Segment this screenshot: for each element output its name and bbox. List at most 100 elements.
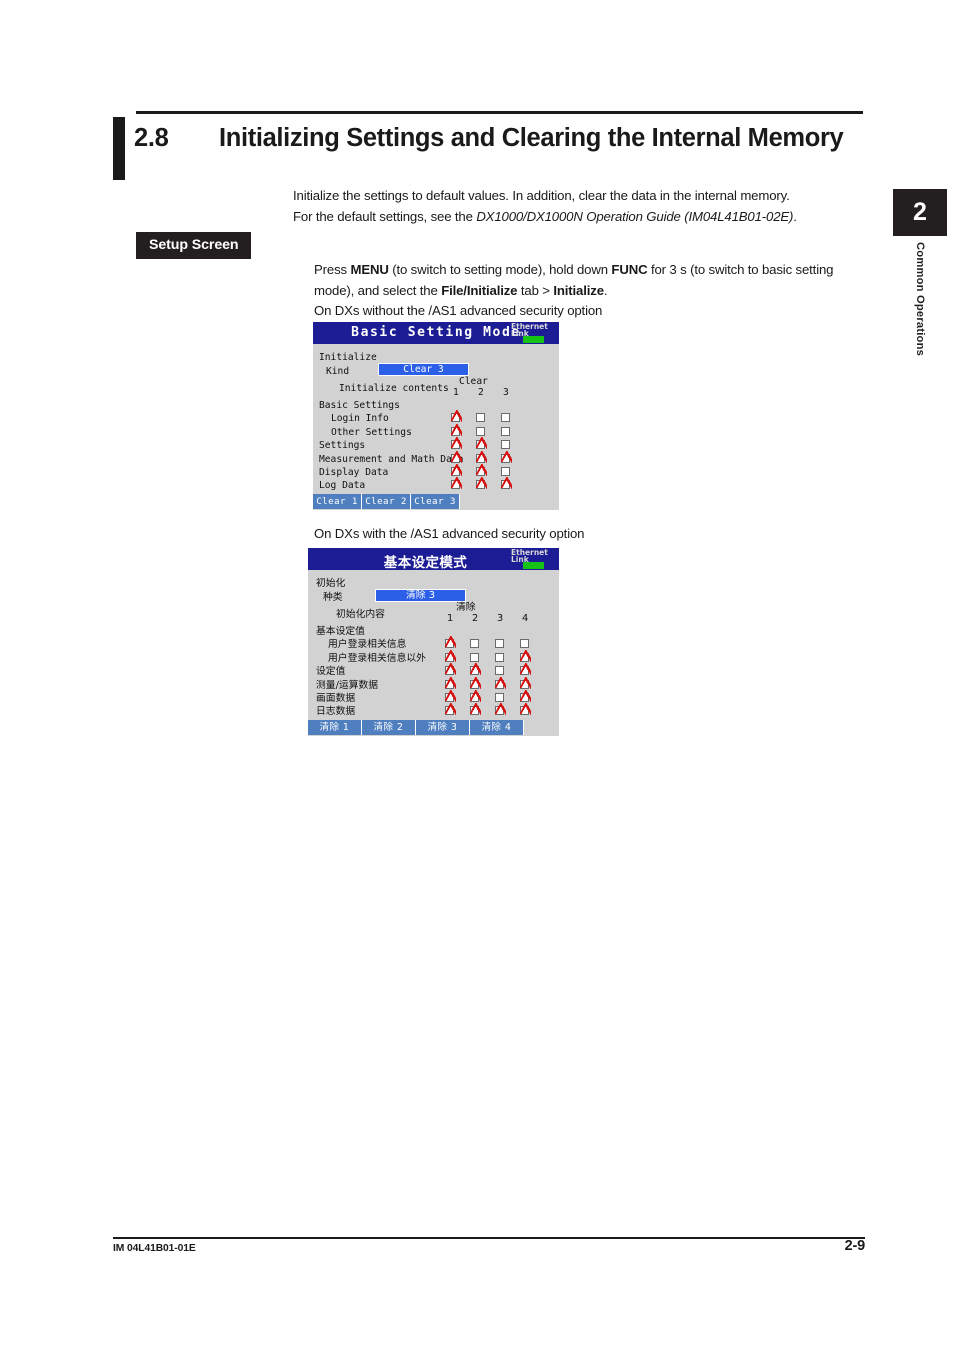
intro-line-2-suffix: .: [793, 208, 797, 224]
checkbox-unchecked[interactable]: [476, 413, 485, 423]
checkbox-unchecked[interactable]: [520, 639, 529, 649]
initialize-menu-label: Initialize: [553, 282, 604, 298]
softkey-4[interactable]: 清除 4: [470, 720, 524, 735]
checkbox-checked[interactable]: [445, 649, 456, 662]
row-label: Log Data: [319, 480, 366, 492]
column-header-2: 2: [472, 613, 479, 624]
chapter-tab-label-text: Common Operations: [914, 242, 926, 357]
intro-paragraph: Initialize the settings to default value…: [293, 186, 868, 227]
row-label: Login Info: [331, 413, 389, 425]
checkbox-checked[interactable]: [476, 450, 487, 463]
checkbox-checked[interactable]: [445, 663, 456, 676]
row-label: 用户登录相关信息: [328, 639, 407, 651]
checkbox-checked[interactable]: [451, 477, 462, 490]
kind-label: Kind: [326, 366, 350, 377]
ethernet-link-indicator: Ethernet Link: [510, 323, 557, 343]
softkey-1[interactable]: Clear 1: [313, 494, 362, 509]
checkbox-unchecked[interactable]: [495, 666, 504, 676]
chapter-number: 2: [913, 198, 927, 226]
softkey-2[interactable]: Clear 2: [362, 494, 411, 509]
column-header-3: 3: [497, 613, 504, 624]
intro-guide-reference: DX1000/DX1000N Operation Guide (IM04L41B…: [476, 208, 794, 224]
intro-line-2-prefix: For the default settings, see the: [293, 208, 477, 224]
softkey-3[interactable]: Clear 3: [411, 494, 460, 509]
checkbox-checked[interactable]: [495, 676, 506, 689]
checkbox-checked[interactable]: [520, 663, 531, 676]
device-title-bar: Basic Setting Mode Ethernet Link: [313, 322, 559, 344]
file-initialize-tab-label: File/Initialize: [441, 282, 518, 298]
column-header-1: 1: [447, 613, 454, 624]
initialize-label: 初始化: [316, 578, 346, 589]
row-label: Other Settings: [331, 426, 412, 438]
section-accent-bar: [113, 117, 125, 180]
row-label: Measurement and Math Data: [319, 453, 464, 465]
checkbox-unchecked[interactable]: [476, 426, 485, 436]
checkbox-unchecked[interactable]: [495, 693, 504, 702]
checkbox-checked[interactable]: [451, 410, 462, 423]
instruction-text-5: .: [603, 282, 608, 298]
checkbox-checked[interactable]: [470, 690, 481, 702]
setup-screen-heading: Setup Screen: [136, 232, 252, 259]
device-screenshot-chinese: 基本设定模式 Ethernet Link 初始化 种类 清除 3 初始化内容 清除 1 2 3…: [308, 548, 559, 736]
column-header-4: 4: [522, 613, 529, 624]
checkbox-checked[interactable]: [445, 703, 456, 716]
footer-document-id: IM 04L41B01-01E: [113, 1243, 196, 1254]
checkbox-checked[interactable]: [470, 663, 481, 676]
checkbox-checked[interactable]: [476, 477, 487, 490]
checkbox-checked[interactable]: [495, 703, 506, 716]
checkbox-checked[interactable]: [476, 437, 487, 450]
kind-label: 种类: [323, 592, 343, 603]
checkbox-unchecked[interactable]: [470, 639, 479, 649]
checkbox-unchecked[interactable]: [501, 467, 510, 476]
softkey-3[interactable]: 清除 3: [416, 720, 470, 735]
menu-key-label: MENU: [350, 262, 389, 277]
row-label: 基本设定值: [316, 626, 365, 637]
instruction-text-2: (to switch to setting mode), hold down: [388, 262, 612, 277]
checkbox-checked[interactable]: [470, 676, 481, 689]
row-label: 画面数据: [316, 693, 356, 704]
checkbox-checked[interactable]: [476, 464, 487, 476]
footer-page-number: 2-9: [844, 1238, 866, 1254]
row-label: 用户登录相关信息以外: [328, 652, 426, 664]
figure-caption-2: On DXs with the /AS1 advanced security o…: [314, 526, 585, 541]
ethernet-status-led: [523, 336, 544, 343]
checkbox-checked[interactable]: [501, 450, 512, 463]
func-key-label: FUNC: [611, 262, 648, 277]
row-label: 日志数据: [316, 706, 356, 718]
checkbox-unchecked[interactable]: [495, 652, 504, 662]
softkey-2[interactable]: 清除 2: [362, 720, 416, 735]
checkbox-checked[interactable]: [445, 676, 456, 689]
checkbox-unchecked[interactable]: [501, 440, 510, 450]
chapter-tab-label: Common Operations: [893, 242, 947, 422]
kind-value-field[interactable]: Clear 3: [378, 363, 469, 376]
kind-value-field[interactable]: 清除 3: [375, 589, 466, 602]
device-softkey-bar-chinese: 清除 1 清除 2 清除 3 清除 4: [308, 720, 559, 736]
ethernet-link-indicator: Ethernet Link: [510, 549, 557, 569]
checkbox-checked[interactable]: [445, 690, 456, 702]
checkbox-checked[interactable]: [451, 437, 462, 450]
checkbox-checked[interactable]: [501, 477, 512, 490]
checkbox-unchecked[interactable]: [501, 413, 510, 423]
column-header-1: 1: [453, 387, 459, 398]
checkbox-checked[interactable]: [451, 450, 462, 463]
checkbox-unchecked[interactable]: [495, 639, 504, 649]
checkbox-checked[interactable]: [520, 703, 531, 716]
checkbox-checked[interactable]: [520, 649, 531, 662]
footer-rule: [113, 1237, 865, 1239]
device-body-english: Initialize Kind Clear 3 Initialize contents…: [313, 344, 559, 492]
checkbox-checked[interactable]: [451, 423, 462, 436]
device-screenshot-english: Basic Setting Mode Ethernet Link Initial…: [313, 322, 559, 510]
row-label: Basic Settings: [319, 400, 400, 411]
checkbox-checked[interactable]: [520, 690, 531, 702]
document-page: 2.8 Initializing Settings and Clearing t…: [0, 0, 954, 1350]
clear-column-group-header: 清除: [456, 602, 476, 613]
checkbox-checked[interactable]: [451, 464, 462, 476]
row-label: 设定值: [316, 666, 346, 678]
checkbox-checked[interactable]: [520, 676, 531, 689]
checkbox-unchecked[interactable]: [501, 426, 510, 436]
checkbox-unchecked[interactable]: [470, 652, 479, 662]
checkbox-checked[interactable]: [470, 703, 481, 716]
checkbox-checked[interactable]: [445, 636, 456, 649]
softkey-1[interactable]: 清除 1: [308, 720, 362, 735]
column-header-3: 3: [503, 387, 509, 398]
